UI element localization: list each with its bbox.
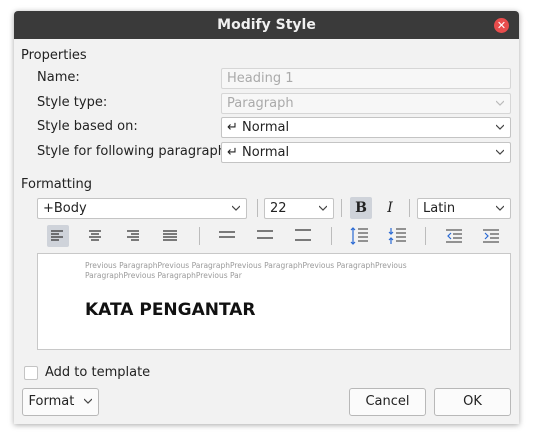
preview-previous-paragraph: Previous ParagraphPrevious ParagraphPrev… <box>85 261 445 281</box>
chevron-down-icon <box>319 205 327 211</box>
chevron-down-icon <box>84 398 93 404</box>
increase-indent-icon <box>483 229 499 243</box>
font-name-combo[interactable]: +Body <box>37 198 247 219</box>
justify-icon <box>163 230 177 241</box>
font-name-value: +Body <box>43 201 87 216</box>
preview-previous-line: Previous ParagraphPrevious ParagraphPrev… <box>85 261 407 270</box>
format-menu-button[interactable]: Format <box>22 388 99 416</box>
line-spacing-1-button[interactable] <box>216 225 238 247</box>
toolbar-separator <box>425 227 426 245</box>
justify-button[interactable] <box>159 225 181 247</box>
bold-icon: B <box>355 200 367 216</box>
name-label: Name: <box>37 70 80 85</box>
toolbar-separator <box>409 199 410 217</box>
font-size-combo[interactable]: 22 <box>264 198 334 219</box>
style-type-value: Paragraph <box>227 96 294 111</box>
bold-button[interactable]: B <box>350 197 372 219</box>
following-paragraph-value: ↵ Normal <box>227 145 290 160</box>
italic-icon: I <box>387 200 393 216</box>
italic-button[interactable]: I <box>379 197 401 219</box>
script-combo[interactable]: Latin <box>417 198 511 219</box>
properties-section-label: Properties <box>21 48 87 63</box>
toolbar-separator <box>257 199 258 217</box>
script-value: Latin <box>423 201 456 216</box>
decrease-spacing-icon <box>388 228 406 244</box>
following-paragraph-label: Style for following paragraph: <box>37 144 231 159</box>
toolbar-separator <box>199 227 200 245</box>
style-type-label: Style type: <box>37 95 108 110</box>
formatting-section-label: Formatting <box>21 177 93 192</box>
align-right-icon <box>127 230 139 241</box>
format-button-label: Format <box>28 394 75 409</box>
chevron-down-icon <box>496 205 504 211</box>
toolbar-separator <box>341 199 342 217</box>
dialog-title: Modify Style <box>14 11 519 39</box>
add-to-template-checkbox[interactable] <box>24 366 38 380</box>
name-field[interactable]: Heading 1 <box>221 68 511 89</box>
increase-paragraph-spacing-button[interactable] <box>348 225 370 247</box>
chevron-down-icon <box>496 124 504 130</box>
decrease-indent-icon <box>446 229 462 243</box>
decrease-indent-button[interactable] <box>443 225 465 247</box>
align-left-icon <box>51 230 63 241</box>
cancel-button[interactable]: Cancel <box>349 388 426 416</box>
align-center-button[interactable] <box>84 225 106 247</box>
line-spacing-single-icon <box>219 231 235 238</box>
align-center-icon <box>89 230 101 241</box>
font-size-value: 22 <box>270 201 287 216</box>
chevron-down-icon <box>496 149 504 155</box>
chevron-down-icon <box>232 205 240 211</box>
line-spacing-2-button[interactable] <box>292 225 314 247</box>
line-spacing-1-5-button[interactable] <box>254 225 276 247</box>
increase-spacing-icon <box>350 227 368 245</box>
style-type-select[interactable]: Paragraph <box>221 93 511 114</box>
preview-previous-line: ParagraphPrevious ParagraphPrevious Par <box>85 271 242 280</box>
based-on-select[interactable]: ↵ Normal <box>221 117 511 138</box>
align-right-button[interactable] <box>121 225 143 247</box>
align-left-button[interactable] <box>47 225 69 247</box>
close-icon[interactable]: ✕ <box>494 18 509 33</box>
based-on-value: ↵ Normal <box>227 120 290 135</box>
chevron-down-icon <box>496 100 504 106</box>
toolbar-separator <box>331 227 332 245</box>
style-preview: Previous ParagraphPrevious ParagraphPrev… <box>37 253 511 350</box>
based-on-label: Style based on: <box>37 119 138 134</box>
decrease-paragraph-spacing-button[interactable] <box>386 225 408 247</box>
ok-button[interactable]: OK <box>434 388 511 416</box>
line-spacing-one-half-icon <box>257 230 273 239</box>
following-paragraph-select[interactable]: ↵ Normal <box>221 142 511 163</box>
preview-heading: KATA PENGANTAR <box>85 300 256 320</box>
add-to-template-label[interactable]: Add to template <box>45 365 150 380</box>
increase-indent-button[interactable] <box>480 225 502 247</box>
line-spacing-double-icon <box>295 229 311 241</box>
